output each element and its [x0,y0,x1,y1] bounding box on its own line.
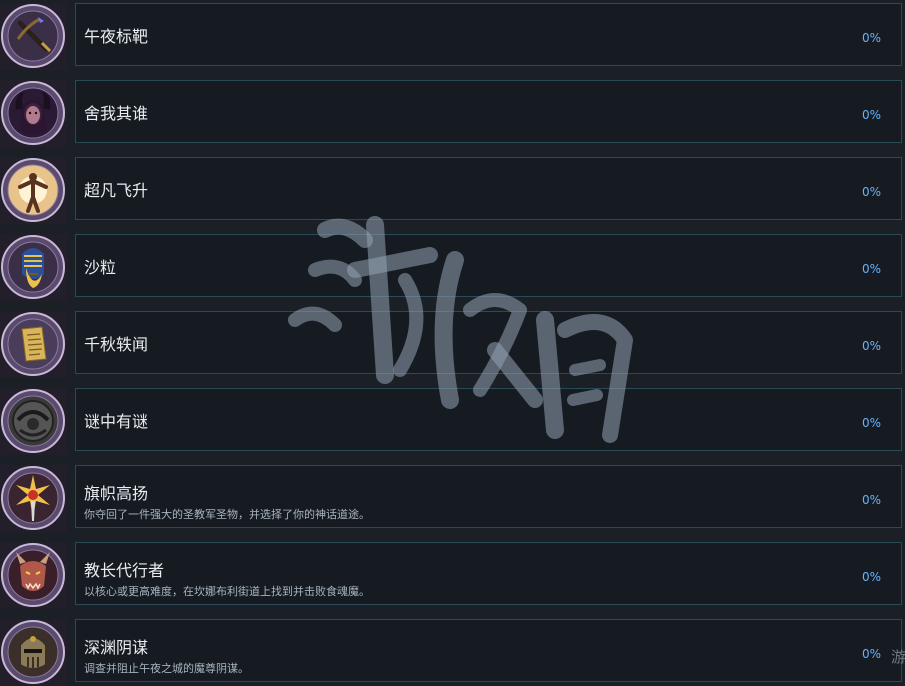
achievement-row[interactable]: 教长代行者 以核心或更高难度，在坎娜布利街道上找到并击败食魂魔。 0% [0,542,905,609]
golden-mask-icon [0,234,67,301]
achievement-progress: 0% [861,339,881,353]
achievement-progress: 0% [861,185,881,199]
achievement-title: 沙粒 [84,258,117,277]
achievement-panel: 沙粒 0% [75,234,902,297]
achievement-title: 午夜标靶 [84,27,149,46]
achievement-row[interactable]: 午夜标靶 0% [0,3,905,70]
scroll-icon [0,311,67,378]
achievement-progress: 0% [861,108,881,122]
achievement-progress: 0% [861,570,881,584]
achievement-panel: 教长代行者 以核心或更高难度，在坎娜布利街道上找到并击败食魂魔。 0% [75,542,902,605]
crossbow-icon [0,3,67,70]
achievement-title: 谜中有谜 [84,412,149,431]
achievement-title: 深渊阴谋 [84,638,149,657]
armored-helmet-icon [0,619,67,686]
succubus-portrait-icon [0,80,67,147]
achievement-row[interactable]: 千秋轶闻 0% [0,311,905,378]
achievement-description: 以核心或更高难度，在坎娜布利街道上找到并击败食魂魔。 [84,585,370,598]
holy-sword-icon [0,465,67,532]
achievement-title: 舍我其谁 [84,104,149,123]
achievement-list: 午夜标靶 0% 舍我其谁 0% 超凡飞升 0% 沙粒 0% 千秋轶闻 0% 谜中… [0,0,905,686]
demon-head-icon [0,542,67,609]
achievement-progress: 0% [861,416,881,430]
achievement-progress: 0% [861,493,881,507]
achievement-progress: 0% [861,31,881,45]
achievement-panel: 深渊阴谋 调查并阻止午夜之城的魔尊阴谋。 0% [75,619,902,682]
achievement-panel: 千秋轶闻 0% [75,311,902,374]
achievement-progress: 0% [861,647,881,661]
achievement-description: 调查并阻止午夜之城的魔尊阴谋。 [84,662,249,675]
watermark-edge-text: 游 转 [891,648,905,666]
achievement-row[interactable]: 旗帜高扬 你夺回了一件强大的圣教军圣物，并选择了你的神话道途。 0% [0,465,905,532]
ascending-figure-icon [0,157,67,224]
achievement-panel: 谜中有谜 0% [75,388,902,451]
achievement-progress: 0% [861,262,881,276]
achievement-description: 你夺回了一件强大的圣教军圣物，并选择了你的神话道途。 [84,508,370,521]
achievement-panel: 舍我其谁 0% [75,80,902,143]
achievement-panel: 超凡飞升 0% [75,157,902,220]
achievement-title: 超凡飞升 [84,181,149,200]
achievement-row[interactable]: 舍我其谁 0% [0,80,905,147]
achievement-row[interactable]: 沙粒 0% [0,234,905,301]
achievement-row[interactable]: 超凡飞升 0% [0,157,905,224]
achievement-title: 千秋轶闻 [84,335,149,354]
achievement-panel: 午夜标靶 0% [75,3,902,66]
achievement-row[interactable]: 深渊阴谋 调查并阻止午夜之城的魔尊阴谋。 0% [0,619,905,686]
achievement-title: 教长代行者 [84,561,165,580]
stone-seal-icon [0,388,67,455]
achievement-panel: 旗帜高扬 你夺回了一件强大的圣教军圣物，并选择了你的神话道途。 0% [75,465,902,528]
achievement-title: 旗帜高扬 [84,484,149,503]
achievement-row[interactable]: 谜中有谜 0% [0,388,905,455]
